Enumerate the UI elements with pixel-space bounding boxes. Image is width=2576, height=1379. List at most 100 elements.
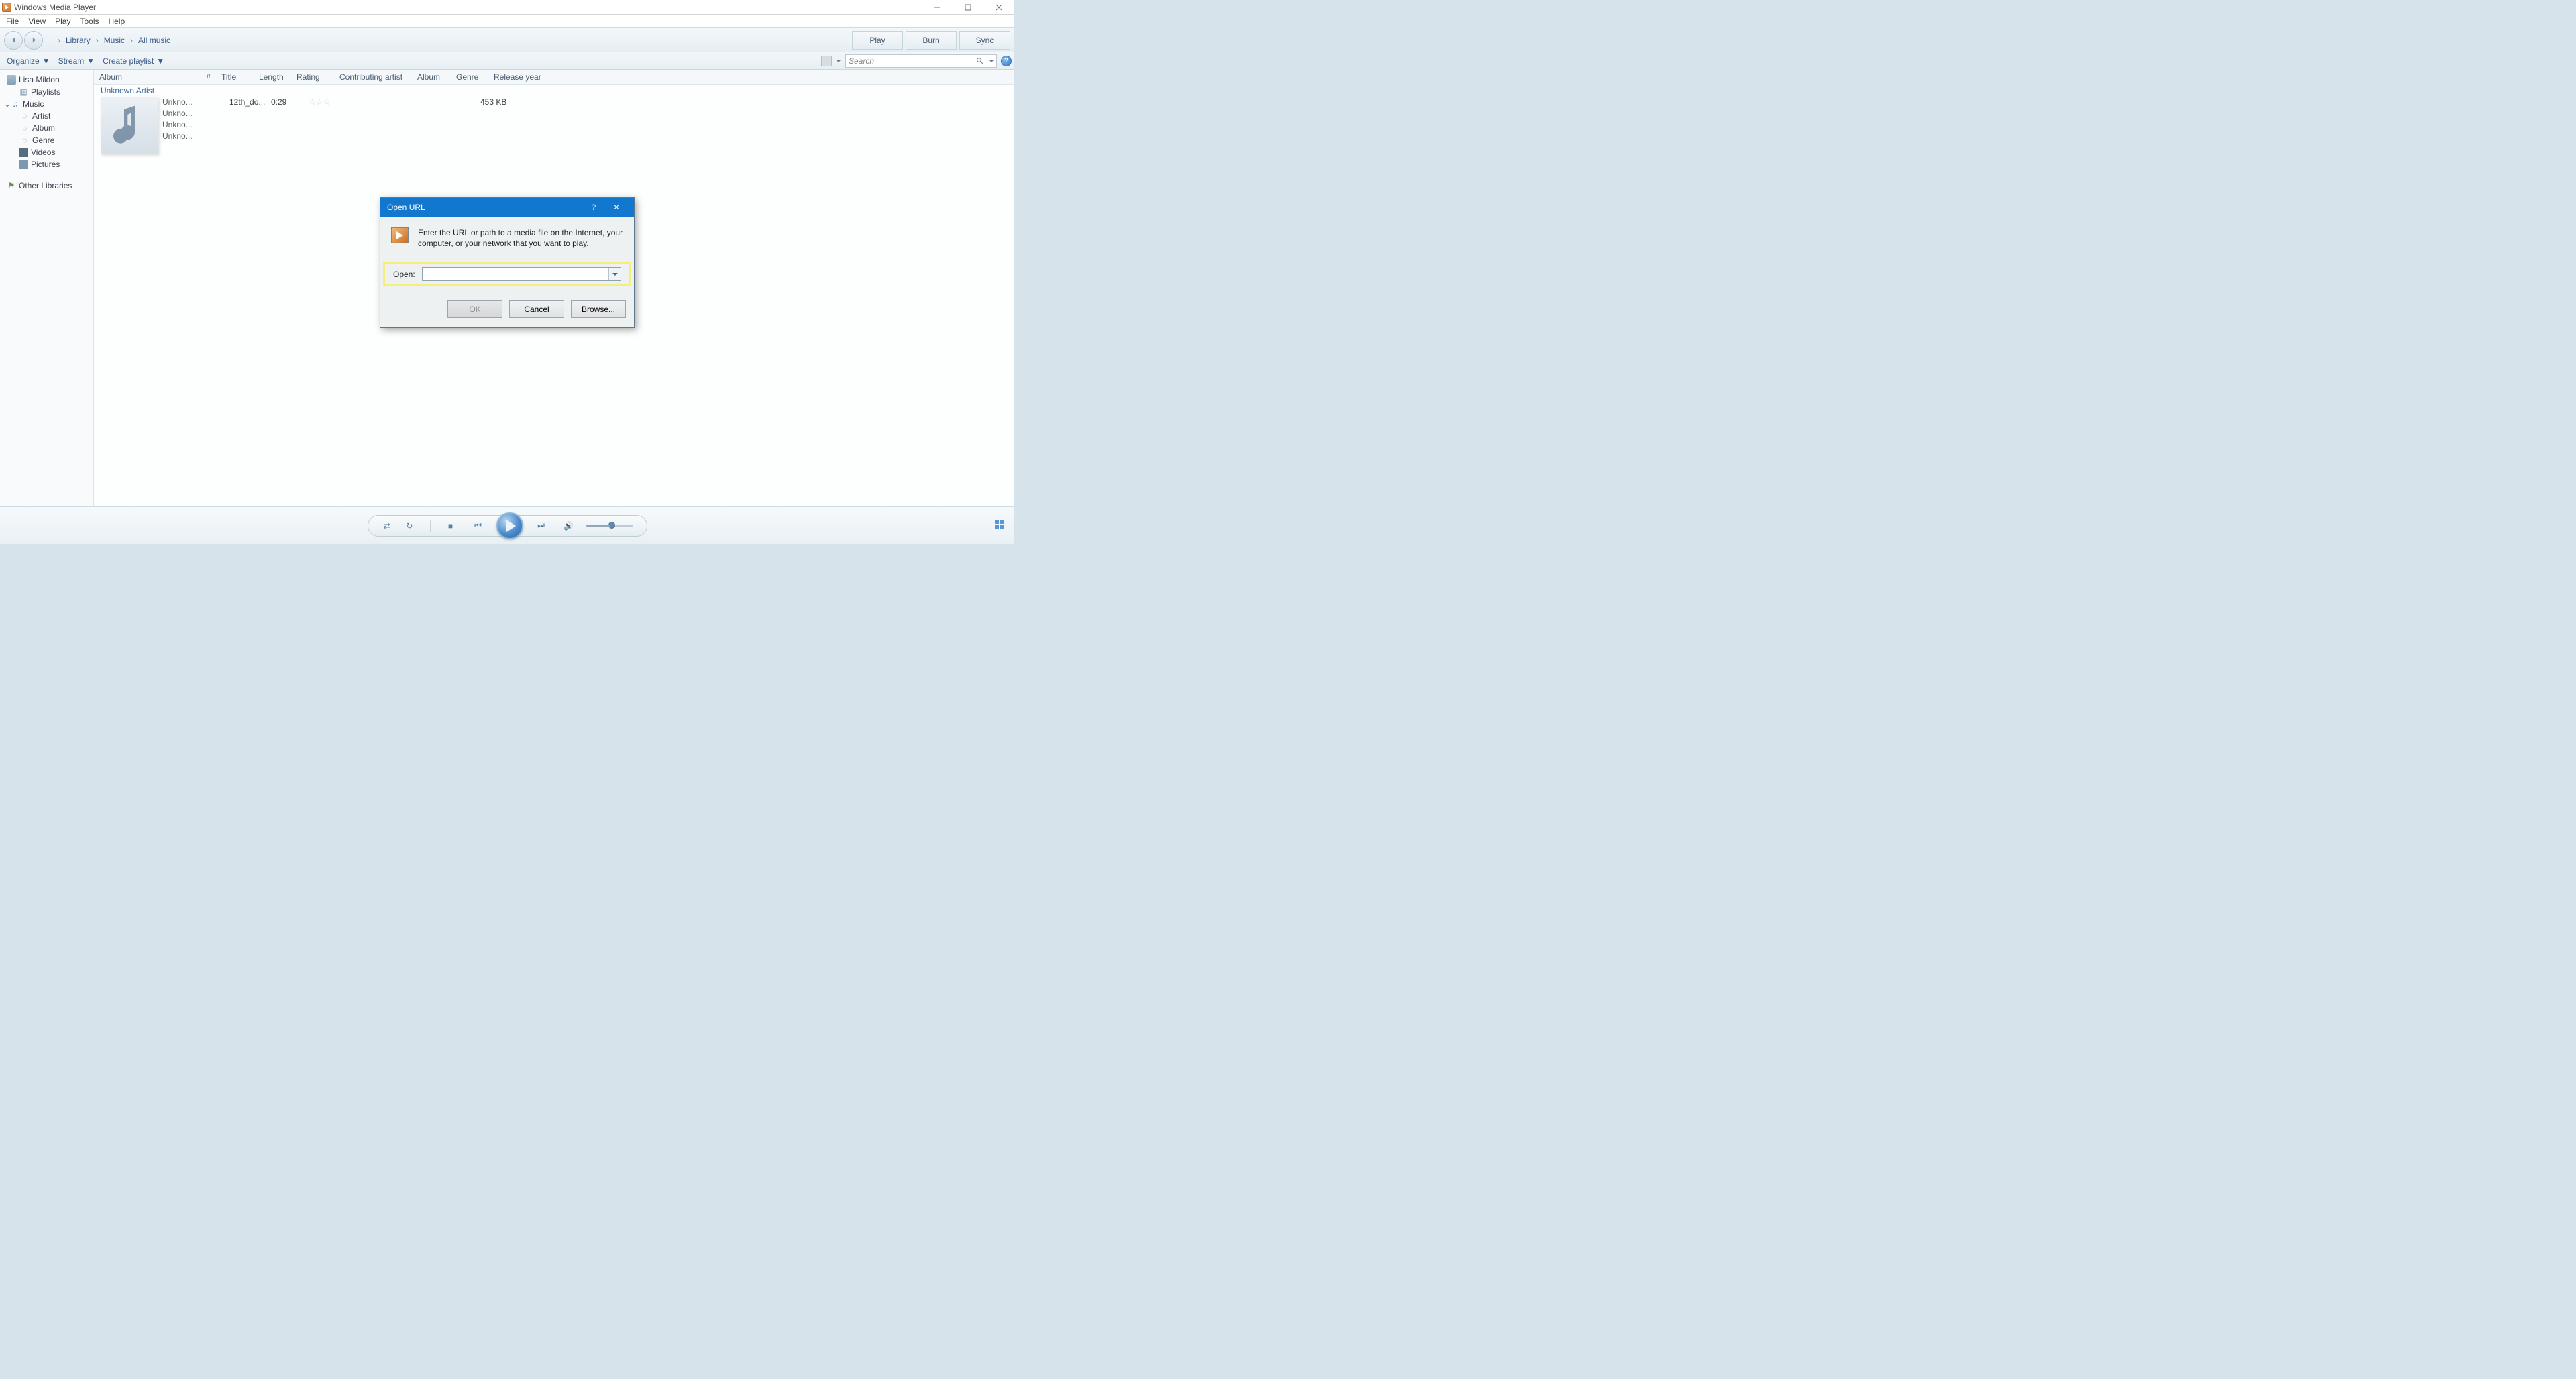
- track-size: 453 KB: [480, 97, 527, 154]
- nav-back-button[interactable]: [4, 31, 23, 50]
- menu-play[interactable]: Play: [51, 15, 74, 27]
- libraries-icon: ⚑: [7, 181, 16, 190]
- app-icon: [2, 3, 11, 12]
- col-album[interactable]: Album: [94, 72, 196, 82]
- create-playlist-button[interactable]: Create playlist▼: [99, 55, 168, 67]
- col-genre[interactable]: Genre: [451, 72, 488, 82]
- app-title: Windows Media Player: [14, 3, 96, 12]
- chevron-down-icon[interactable]: [989, 60, 994, 62]
- tree-user[interactable]: Lisa Mildon: [0, 74, 93, 86]
- titlebar: Windows Media Player: [0, 0, 1014, 15]
- mute-button[interactable]: 🔊: [564, 520, 574, 531]
- search-input[interactable]: [845, 54, 997, 68]
- menu-file[interactable]: File: [2, 15, 23, 27]
- dialog-help-button[interactable]: ?: [583, 198, 604, 217]
- chevron-down-icon[interactable]: [608, 268, 621, 280]
- open-url-dialog: Open URL ? ✕ Enter the URL or path to a …: [380, 197, 635, 328]
- col-year[interactable]: Release year: [488, 72, 549, 82]
- menu-bar: File View Play Tools Help: [0, 15, 1014, 28]
- col-rating[interactable]: Rating: [291, 72, 334, 82]
- navigation-tree: Lisa Mildon ▦Playlists ⌄♫Music ◌Artist ◌…: [0, 70, 94, 506]
- col-album2[interactable]: Album: [412, 72, 451, 82]
- nav-forward-button[interactable]: [24, 31, 43, 50]
- next-button[interactable]: ⏭: [531, 520, 551, 531]
- open-url-field[interactable]: [423, 268, 608, 280]
- pictures-icon: [19, 160, 28, 169]
- column-header[interactable]: Album # Title Length Rating Contributing…: [94, 70, 1014, 85]
- album-meta: Unkno... Unkno... Unkno... Unkno...: [162, 97, 223, 154]
- music-note-icon: [111, 104, 148, 147]
- dialog-description: Enter the URL or path to a media file on…: [418, 227, 623, 249]
- col-contrib[interactable]: Contributing artist: [334, 72, 412, 82]
- volume-slider[interactable]: [586, 525, 633, 527]
- stream-button[interactable]: Stream▼: [54, 55, 99, 67]
- menu-help[interactable]: Help: [105, 15, 129, 27]
- tree-album[interactable]: ◌Album: [0, 122, 93, 134]
- tree-other-libraries[interactable]: ⚑Other Libraries: [0, 180, 93, 192]
- artist-icon: ◌: [20, 111, 30, 121]
- breadcrumb-all-music[interactable]: All music: [137, 34, 172, 46]
- play-button[interactable]: [496, 512, 523, 539]
- tree-genre[interactable]: ◌Genre: [0, 134, 93, 146]
- switch-to-now-playing-button[interactable]: [994, 519, 1005, 532]
- organize-button[interactable]: Organize▼: [3, 55, 54, 67]
- artist-heading[interactable]: Unknown Artist: [101, 86, 1008, 95]
- dialog-titlebar[interactable]: Open URL ? ✕: [380, 198, 634, 217]
- open-label: Open:: [393, 270, 415, 279]
- tree-pictures[interactable]: Pictures: [0, 158, 93, 170]
- wmp-icon: [391, 227, 409, 243]
- menu-tools[interactable]: Tools: [76, 15, 103, 27]
- help-button[interactable]: ?: [1001, 56, 1012, 66]
- breadcrumb-music[interactable]: Music: [103, 34, 126, 46]
- ok-button[interactable]: OK: [447, 300, 502, 318]
- track-title[interactable]: 12th_do...: [229, 97, 271, 154]
- breadcrumb-library[interactable]: Library: [64, 34, 92, 46]
- minimize-button[interactable]: [922, 0, 953, 15]
- chevron-down-icon[interactable]: [836, 60, 841, 62]
- view-options-button[interactable]: [821, 56, 832, 66]
- track-length: 0:29: [271, 97, 309, 154]
- chevron-down-icon[interactable]: ⌄: [4, 99, 11, 109]
- search-icon[interactable]: [973, 57, 987, 65]
- maximize-button[interactable]: [953, 0, 983, 15]
- toolbar: Organize▼ Stream▼ Create playlist▼ ?: [0, 52, 1014, 70]
- album-row[interactable]: Unkno... Unkno... Unkno... Unkno... 12th…: [101, 97, 1008, 154]
- tab-play[interactable]: Play: [852, 31, 903, 50]
- track-rating[interactable]: ☆☆☆: [309, 97, 349, 154]
- open-row-highlight: Open:: [383, 262, 631, 286]
- tab-burn[interactable]: Burn: [906, 31, 957, 50]
- library-icon: [7, 75, 16, 85]
- col-length[interactable]: Length: [254, 72, 291, 82]
- album-art[interactable]: [101, 97, 158, 154]
- nav-bar: › Library › Music › All music Play Burn …: [0, 28, 1014, 52]
- dialog-buttons: OK Cancel Browse...: [380, 288, 634, 327]
- dialog-title: Open URL: [387, 203, 425, 212]
- tab-sync[interactable]: Sync: [959, 31, 1010, 50]
- video-icon: [19, 148, 28, 157]
- player-bar: ⇄ ↻ ■ ⏮ ⏭ 🔊: [0, 506, 1014, 544]
- col-num[interactable]: #: [196, 72, 216, 82]
- tree-artist[interactable]: ◌Artist: [0, 110, 93, 122]
- browse-button[interactable]: Browse...: [571, 300, 626, 318]
- search-field[interactable]: [846, 56, 973, 66]
- tree-playlists[interactable]: ▦Playlists: [0, 86, 93, 98]
- open-url-input[interactable]: [422, 267, 621, 281]
- close-button[interactable]: [983, 0, 1014, 15]
- tree-music[interactable]: ⌄♫Music: [0, 98, 93, 110]
- repeat-button[interactable]: ↻: [405, 520, 415, 531]
- col-title[interactable]: Title: [216, 72, 254, 82]
- volume-thumb[interactable]: [608, 522, 615, 529]
- breadcrumb: › Library › Music › All music: [54, 34, 172, 46]
- music-icon: ♫: [11, 99, 20, 109]
- stop-button[interactable]: ■: [445, 520, 456, 531]
- cancel-button[interactable]: Cancel: [509, 300, 564, 318]
- menu-view[interactable]: View: [24, 15, 50, 27]
- tree-videos[interactable]: Videos: [0, 146, 93, 158]
- previous-button[interactable]: ⏮: [468, 520, 488, 531]
- shuffle-button[interactable]: ⇄: [382, 520, 392, 531]
- dialog-close-button[interactable]: ✕: [606, 198, 627, 217]
- player-controls: ⇄ ↻ ■ ⏮ ⏭ 🔊: [368, 515, 647, 537]
- chevron-right-icon: ›: [54, 36, 64, 45]
- album-icon: ◌: [20, 123, 30, 133]
- genre-icon: ◌: [20, 135, 30, 145]
